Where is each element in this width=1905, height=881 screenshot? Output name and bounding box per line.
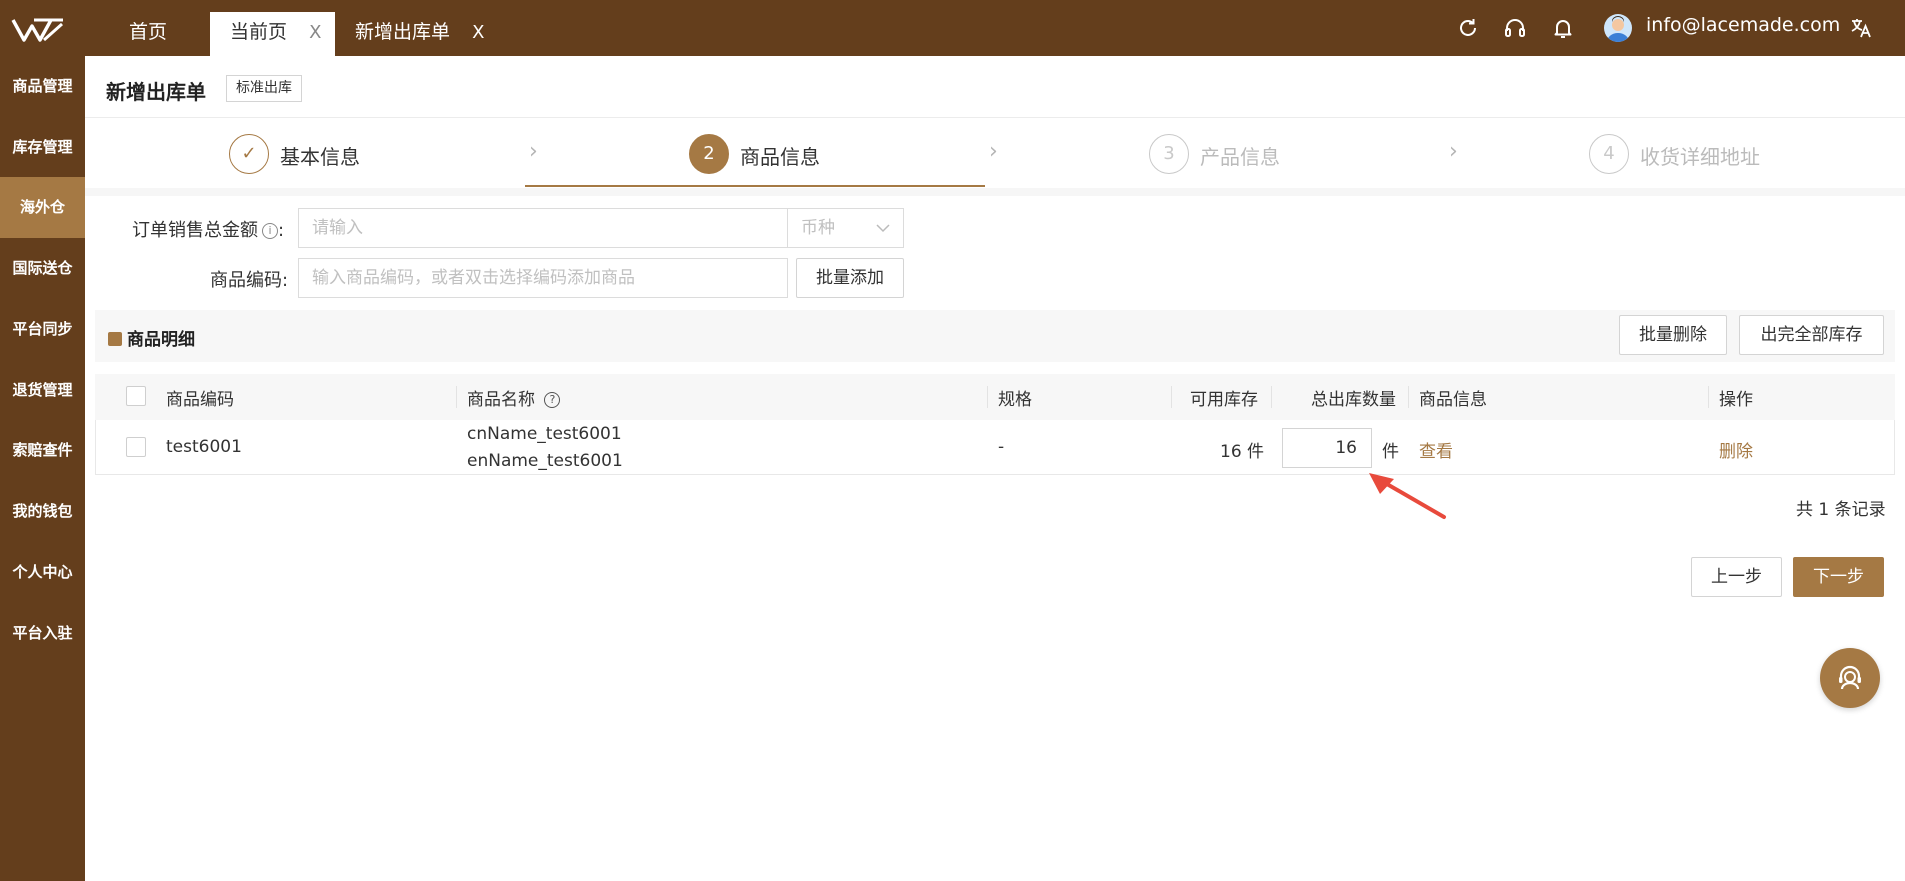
row-code: test6001	[166, 437, 242, 457]
step-chevron-icon: ›	[1449, 139, 1458, 164]
total-records: 共 1 条记录	[1796, 500, 1886, 520]
tab-home[interactable]: 首页	[129, 12, 167, 56]
next-step-button[interactable]: 下一步	[1793, 557, 1884, 597]
product-code-input[interactable]: 输入商品编码，或者双击选择编码添加商品	[298, 258, 788, 298]
amount-label-colon: :	[278, 220, 285, 241]
step-1-check-icon: ✓	[229, 134, 269, 174]
sidebar-item-claims[interactable]: 索赔查件	[0, 420, 85, 481]
step-3-number: 3	[1149, 134, 1189, 174]
sidebar-item-inventory[interactable]: 库存管理	[0, 117, 85, 178]
column-header-name-text: 商品名称	[467, 390, 535, 410]
translate-icon[interactable]	[1849, 16, 1873, 40]
out-all-stock-button[interactable]: 出完全部库存	[1739, 315, 1884, 355]
order-type-tag: 标准出库	[226, 75, 302, 102]
sidebar-item-overseas-warehouse[interactable]: 海外仓	[0, 177, 85, 238]
column-header-info: 商品信息	[1419, 390, 1487, 410]
sidebar-item-international[interactable]: 国际送仓	[0, 238, 85, 299]
view-link[interactable]: 查看	[1419, 437, 1453, 462]
customer-service-icon	[1839, 665, 1861, 690]
column-header-available: 可用库存	[1190, 390, 1258, 410]
step-2-label[interactable]: 商品信息	[740, 141, 820, 170]
column-separator	[456, 386, 457, 408]
active-step-underline	[525, 185, 985, 187]
column-separator	[1408, 386, 1409, 408]
currency-placeholder: 币种	[801, 218, 835, 238]
sidebar-item-platform-sync[interactable]: 平台同步	[0, 299, 85, 360]
step-chevron-icon: ›	[529, 139, 538, 164]
code-label: 商品编码:	[210, 270, 289, 291]
row-spec: -	[998, 437, 1005, 457]
sidebar: 商品管理 库存管理 海外仓 国际送仓 平台同步 退货管理 索赔查件 我的钱包 个…	[0, 56, 85, 881]
sidebar-item-product[interactable]: 商品管理	[0, 56, 85, 117]
headset-icon[interactable]	[1503, 16, 1527, 40]
row-en-name: enName_test6001	[467, 451, 623, 471]
row-unit: 件	[1382, 442, 1399, 462]
bell-icon[interactable]	[1551, 16, 1575, 40]
avatar[interactable]	[1604, 14, 1632, 42]
tab-new-outbound[interactable]: 新增出库单 X	[355, 12, 484, 56]
step-4-number: 4	[1589, 134, 1629, 174]
sidebar-item-profile[interactable]: 个人中心	[0, 542, 85, 603]
steps-divider	[85, 188, 1905, 196]
column-header-code: 商品编码	[166, 390, 234, 410]
column-separator	[1271, 386, 1272, 408]
amount-label: 订单销售总金额 i:	[132, 216, 284, 242]
step-chevron-icon: ›	[989, 139, 998, 164]
step-3-label[interactable]: 产品信息	[1200, 141, 1280, 170]
row-cn-name: cnName_test6001	[467, 424, 622, 444]
sidebar-item-wallet[interactable]: 我的钱包	[0, 481, 85, 542]
step-1-label[interactable]: 基本信息	[280, 141, 360, 170]
tab-new-outbound-label: 新增出库单	[355, 21, 451, 43]
table-row-divider	[95, 474, 1895, 475]
column-separator	[1708, 386, 1709, 408]
batch-add-button[interactable]: 批量添加	[796, 258, 904, 298]
row-available: 16 件	[1220, 442, 1265, 462]
detail-icon	[108, 332, 122, 346]
amount-label-text: 订单销售总金额	[132, 220, 258, 241]
help-icon[interactable]: ?	[544, 392, 561, 408]
user-avatar-icon	[1607, 16, 1629, 42]
tab-current-label: 当前页	[230, 21, 288, 43]
support-fab[interactable]	[1820, 648, 1880, 708]
page-title: 新增出库单	[106, 80, 206, 104]
table-header	[95, 374, 1895, 420]
column-header-quantity: 总出库数量	[1311, 390, 1396, 410]
logo-icon[interactable]	[10, 14, 66, 44]
tab-new-outbound-close-icon[interactable]: X	[472, 22, 484, 43]
column-separator	[1171, 386, 1172, 408]
column-header-action: 操作	[1719, 390, 1753, 410]
chevron-down-icon	[876, 224, 890, 233]
row-checkbox[interactable]	[126, 437, 146, 457]
delete-link[interactable]: 删除	[1719, 437, 1753, 462]
info-icon[interactable]: i	[262, 223, 278, 239]
step-2-number: 2	[689, 134, 729, 174]
amount-input[interactable]: 请输入	[298, 208, 788, 248]
sidebar-item-returns[interactable]: 退货管理	[0, 360, 85, 421]
batch-delete-button[interactable]: 批量删除	[1619, 315, 1727, 355]
prev-step-button[interactable]: 上一步	[1691, 557, 1782, 597]
detail-title-text: 商品明细	[127, 330, 195, 350]
quantity-input[interactable]: 16	[1282, 428, 1372, 468]
detail-title: 商品明细	[108, 325, 195, 350]
column-separator	[987, 386, 988, 408]
user-email[interactable]: info@lacemade.com	[1646, 14, 1840, 36]
tab-current-close-icon[interactable]: X	[309, 22, 321, 43]
top-bar: 首页 当前页 X 新增出库单 X info@lacemade.com	[0, 0, 1905, 56]
row-border-right	[1894, 420, 1895, 475]
annotation-arrow-icon	[1369, 473, 1446, 519]
step-4-label[interactable]: 收货详细地址	[1640, 141, 1760, 170]
sidebar-item-onboarding[interactable]: 平台入驻	[0, 603, 85, 664]
select-all-checkbox[interactable]	[126, 386, 146, 406]
column-header-name: 商品名称 ?	[467, 385, 561, 410]
tab-home-label: 首页	[129, 21, 168, 43]
currency-select[interactable]: 币种	[787, 208, 904, 248]
row-border-left	[95, 420, 96, 475]
tab-current-page[interactable]: 当前页 X	[210, 12, 335, 56]
column-header-spec: 规格	[998, 390, 1032, 410]
refresh-icon[interactable]	[1456, 16, 1480, 40]
